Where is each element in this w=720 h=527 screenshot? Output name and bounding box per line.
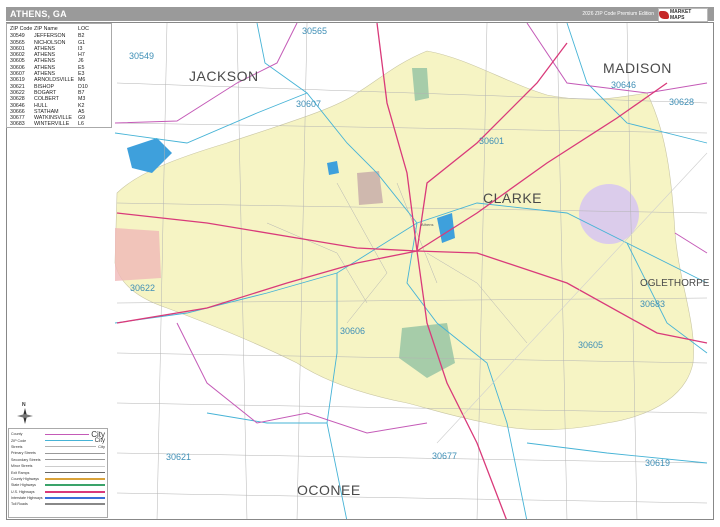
legend-label: County bbox=[11, 432, 23, 437]
zip-table-row: 30683 WINTERVILLE L6 bbox=[10, 121, 108, 127]
zip-label: 30605 bbox=[578, 340, 604, 350]
zip-label: 30646 bbox=[611, 80, 637, 90]
zip-label: 30549 bbox=[129, 51, 155, 61]
legend-line-sample bbox=[45, 490, 105, 493]
legend-row: Toll Roads bbox=[11, 501, 105, 507]
zip-table-header: ZIP Code ZIP Name LOC bbox=[10, 26, 108, 32]
legend-label: ZIP Code bbox=[11, 438, 27, 443]
lake bbox=[327, 161, 339, 175]
zip-label: 30606 bbox=[340, 326, 366, 336]
legend-label: Minor Streets bbox=[11, 464, 33, 469]
legend-label: Streets bbox=[11, 444, 23, 449]
zip-code-cell: 30683 bbox=[10, 121, 25, 128]
legend-line-sample bbox=[45, 433, 90, 435]
logo-text: MARKET MAPS bbox=[669, 9, 692, 21]
zip-name-cell: WINTERVILLE bbox=[34, 121, 70, 128]
legend-line-sample bbox=[45, 465, 105, 467]
legend-line-sample bbox=[45, 446, 97, 448]
legend-line-sample bbox=[45, 452, 105, 454]
county-label: MADISON bbox=[603, 60, 672, 76]
zip-label: 30683 bbox=[640, 299, 666, 309]
legend-line-sample bbox=[45, 477, 105, 480]
title-bar: ATHENS, GA 2026 ZIP Code Premium Edition… bbox=[6, 7, 714, 22]
zip-label: 30601 bbox=[479, 136, 505, 146]
legend-line-sample bbox=[45, 497, 105, 500]
map-area[interactable] bbox=[6, 22, 714, 520]
zip-label: 30628 bbox=[669, 97, 695, 107]
edition-label: 2026 ZIP Code Premium Edition bbox=[582, 11, 654, 17]
legend-label: State Highways bbox=[11, 483, 36, 488]
legend-rows: County City ZIP Code City Streets City Primary… bbox=[11, 430, 105, 508]
county-label: JACKSON bbox=[189, 68, 259, 84]
map-title: ATHENS, GA bbox=[10, 9, 67, 19]
legend-line-sample bbox=[45, 459, 105, 461]
zip-index-table: ZIP Code ZIP Name LOC 30549 JEFFERSON B2 30… bbox=[6, 23, 112, 128]
compass-north-label: N bbox=[22, 402, 26, 408]
lavender-area bbox=[579, 184, 639, 244]
header-zip-code: ZIP Code bbox=[10, 26, 33, 32]
legend-label: Primary Streets bbox=[11, 451, 36, 456]
legend-line-sample bbox=[45, 440, 93, 442]
legend-label: Secondary Streets bbox=[11, 457, 41, 462]
zip-label: 30607 bbox=[296, 99, 322, 109]
city-label: Athens bbox=[421, 222, 434, 227]
county-label: OCONEE bbox=[297, 482, 361, 498]
county-label: CLARKE bbox=[483, 190, 543, 206]
zip-label: 30565 bbox=[302, 26, 328, 36]
county-label: OGLETHORPE bbox=[640, 278, 710, 289]
pink-area bbox=[115, 228, 161, 281]
legend-line-sample bbox=[45, 503, 105, 506]
legend-line-sample bbox=[45, 472, 105, 474]
legend-label: Toll Roads bbox=[11, 502, 28, 507]
publisher-logo: MARKET MAPS bbox=[658, 8, 708, 22]
legend-label: County Highways bbox=[11, 476, 39, 481]
legend-city-sample: City bbox=[98, 444, 105, 450]
zip-label: 30677 bbox=[432, 451, 458, 461]
legend-label: Exit Ramps bbox=[11, 470, 30, 475]
header-zip-name: ZIP Name bbox=[34, 26, 58, 32]
map-canvas[interactable] bbox=[7, 23, 714, 520]
map-legend: County City ZIP Code City Streets City Primary… bbox=[8, 428, 108, 518]
legend-label: Interstate Highways bbox=[11, 496, 43, 501]
zip-table-rows: 30549 JEFFERSON B2 30565 NICHOLSON G1 30601 ATH… bbox=[10, 33, 108, 127]
logo-icon bbox=[659, 11, 669, 19]
zip-label: 30619 bbox=[645, 458, 671, 468]
compass-rose: N bbox=[16, 402, 34, 426]
zip-label: 30622 bbox=[130, 283, 156, 293]
header-loc: LOC bbox=[78, 26, 89, 32]
legend-line-sample bbox=[45, 484, 105, 487]
legend-label: U.S. Highways bbox=[11, 489, 35, 494]
zip-label: 30621 bbox=[166, 452, 192, 462]
legend-city-sample: City bbox=[94, 437, 105, 444]
zip-loc-cell: L6 bbox=[78, 121, 84, 128]
